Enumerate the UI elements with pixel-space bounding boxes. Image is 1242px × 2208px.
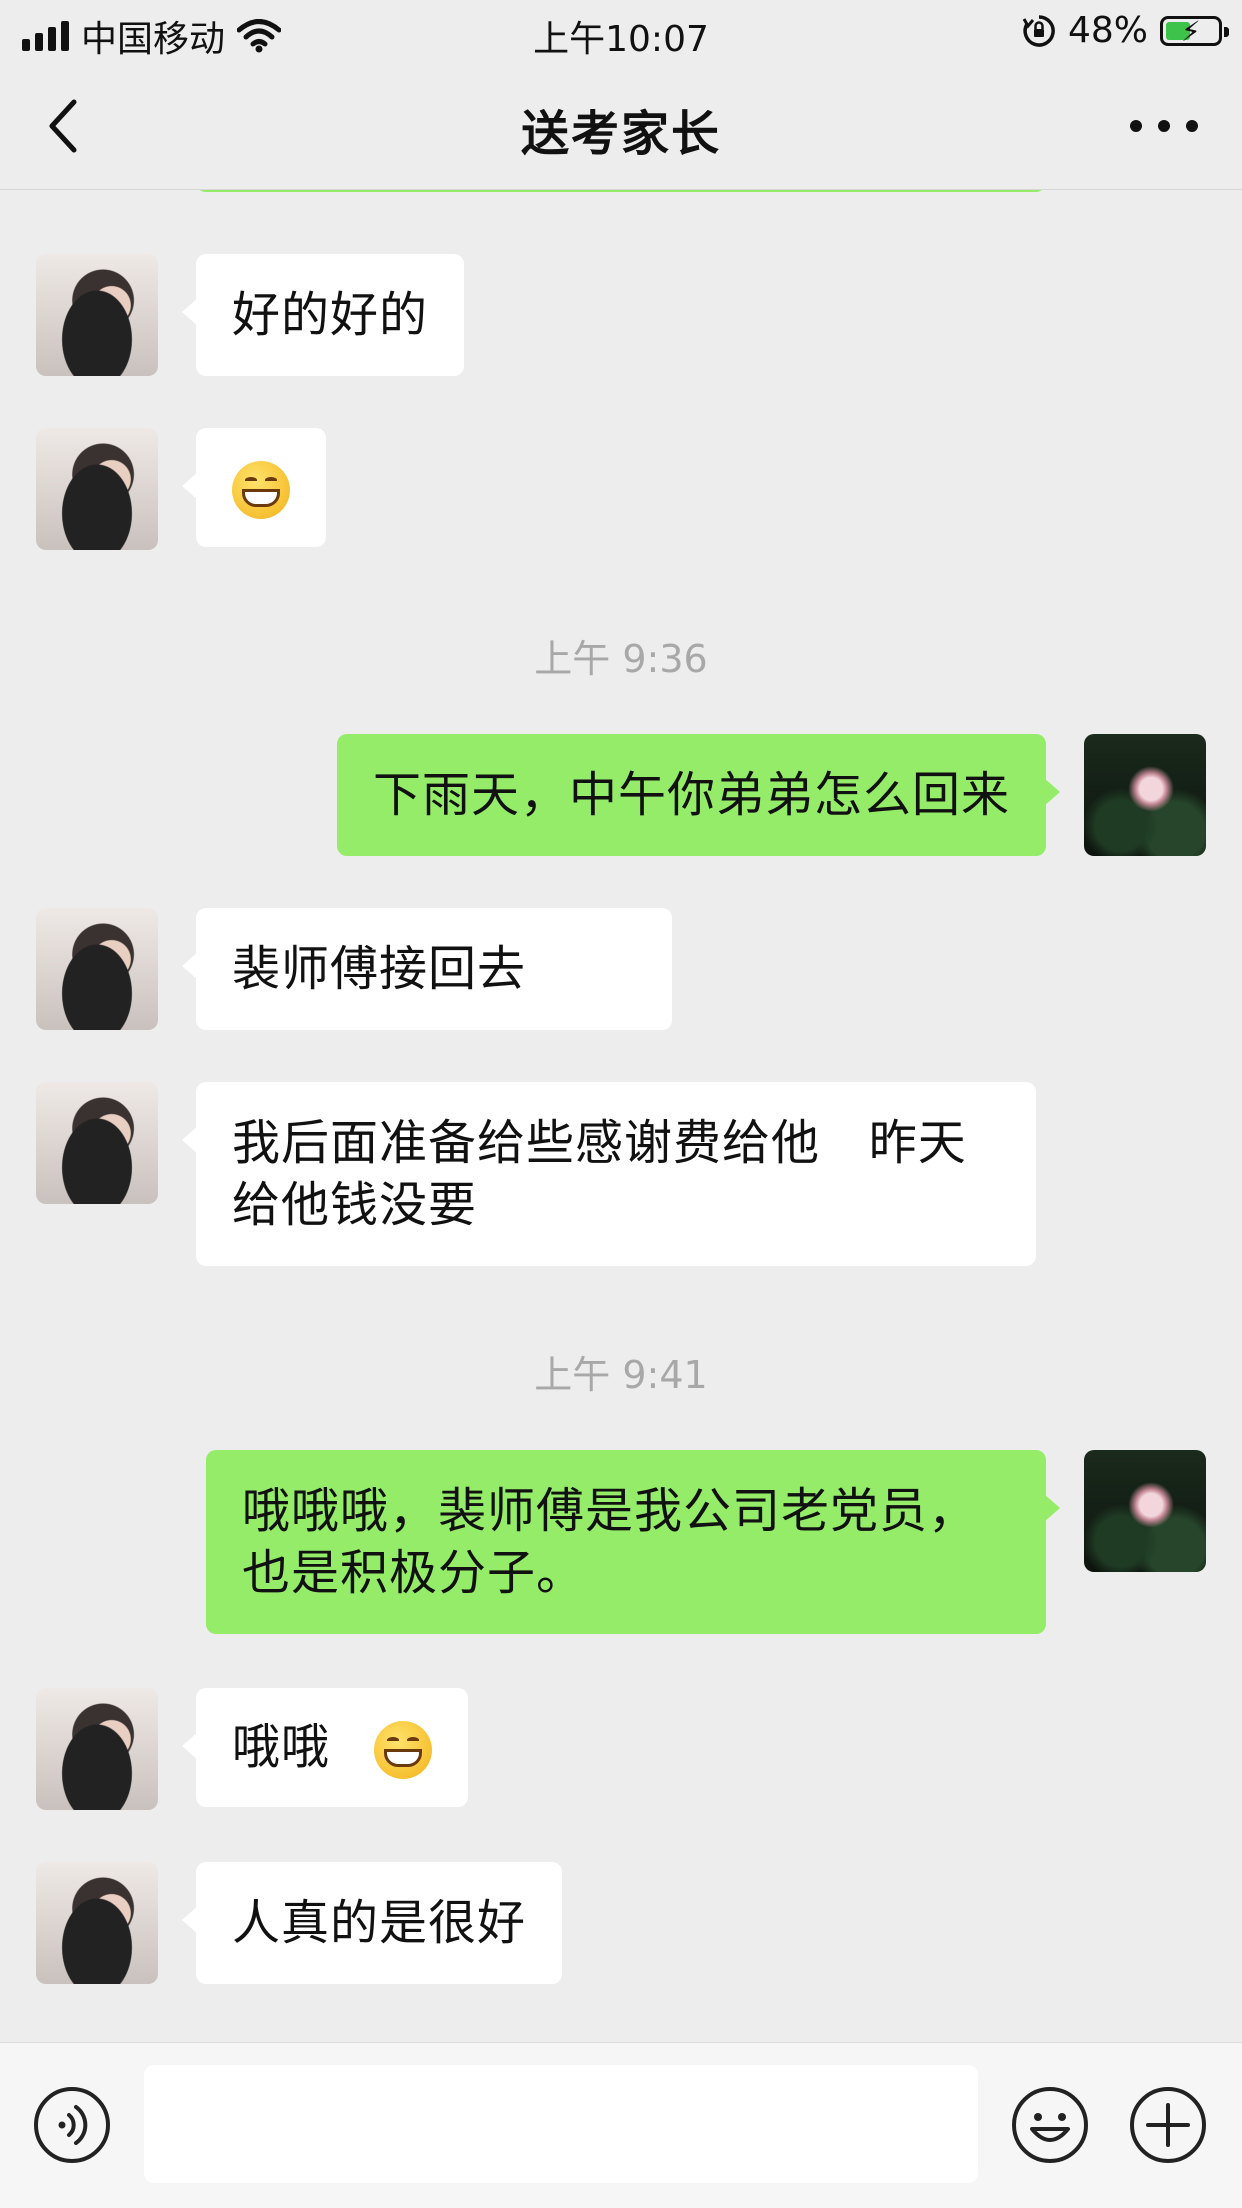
message-text-line: 哦哦哦，裴师傅是我公司老党员， bbox=[242, 1483, 978, 1539]
status-bar: 中国移动 上午10:07 48% ⚡ bbox=[0, 0, 1242, 64]
message-bubble-incoming[interactable]: 好的好的 bbox=[181, 254, 465, 376]
more-dots-icon[interactable] bbox=[1126, 114, 1202, 138]
message-bubble-outgoing[interactable]: 哦哦哦，裴师傅是我公司老党员， 也是积极分子。 bbox=[206, 1450, 1060, 1634]
battery-tip bbox=[1224, 26, 1229, 37]
message-text: 人真的是很好 bbox=[232, 1895, 527, 1951]
message-bubble-incoming[interactable]: 哦哦 bbox=[181, 1688, 469, 1807]
message-text: 裴师傅接回去 bbox=[232, 941, 527, 997]
message-bubble-outgoing-partial[interactable] bbox=[196, 190, 1046, 192]
avatar[interactable] bbox=[36, 1082, 158, 1204]
message-bubble-incoming[interactable]: 我后面准备给些感谢费给他 昨天 给他钱没要 bbox=[182, 1082, 1036, 1266]
chat-header: 送考家长 bbox=[0, 64, 1242, 190]
battery-charging-icon: ⚡ bbox=[1160, 14, 1229, 48]
avatar[interactable] bbox=[1084, 734, 1206, 856]
status-right: 48% ⚡ bbox=[1022, 10, 1229, 51]
battery-percent: 48% bbox=[1067, 10, 1148, 51]
plus-icon[interactable] bbox=[1128, 2085, 1208, 2165]
message-text: 好的好的 bbox=[232, 287, 429, 343]
message-text: 下雨天，中午你弟弟怎么回来 bbox=[372, 767, 1010, 823]
grinning-emoji-icon bbox=[232, 461, 290, 519]
avatar[interactable] bbox=[36, 428, 158, 550]
timestamp: 上午 9:41 bbox=[534, 1353, 708, 1397]
message-bubble-incoming[interactable] bbox=[182, 428, 326, 547]
emoji-icon[interactable] bbox=[1010, 2085, 1090, 2165]
voice-icon[interactable] bbox=[32, 2085, 112, 2165]
avatar[interactable] bbox=[36, 1862, 158, 1984]
message-text: 哦哦 bbox=[232, 1719, 331, 1775]
message-bubble-outgoing[interactable]: 下雨天，中午你弟弟怎么回来 bbox=[336, 734, 1061, 856]
avatar[interactable] bbox=[36, 908, 158, 1030]
message-input[interactable] bbox=[144, 2065, 978, 2183]
avatar[interactable] bbox=[36, 254, 158, 376]
avatar[interactable] bbox=[1084, 1450, 1206, 1572]
orientation-lock-icon bbox=[1022, 14, 1055, 47]
message-list[interactable]: 好的好的 上午 9:36 下雨天，中午你弟弟怎么回来 裴师傅接回去 我后面准备给… bbox=[0, 190, 1242, 2042]
message-text-line: 我后面准备给些感谢费给他 昨天 bbox=[232, 1115, 967, 1171]
timestamp: 上午 9:36 bbox=[534, 637, 708, 681]
message-bubble-incoming[interactable]: 裴师傅接回去 bbox=[182, 908, 672, 1030]
message-text-line: 给他钱没要 bbox=[232, 1177, 478, 1233]
message-text-line: 也是积极分子。 bbox=[242, 1545, 586, 1601]
avatar[interactable] bbox=[36, 1688, 158, 1810]
message-bubble-incoming[interactable]: 人真的是很好 bbox=[181, 1862, 563, 1984]
grinning-emoji-icon bbox=[374, 1721, 433, 1779]
input-bar bbox=[0, 2042, 1242, 2208]
charging-bolt-icon: ⚡ bbox=[1181, 14, 1201, 48]
chat-title: 送考家长 bbox=[520, 106, 721, 162]
